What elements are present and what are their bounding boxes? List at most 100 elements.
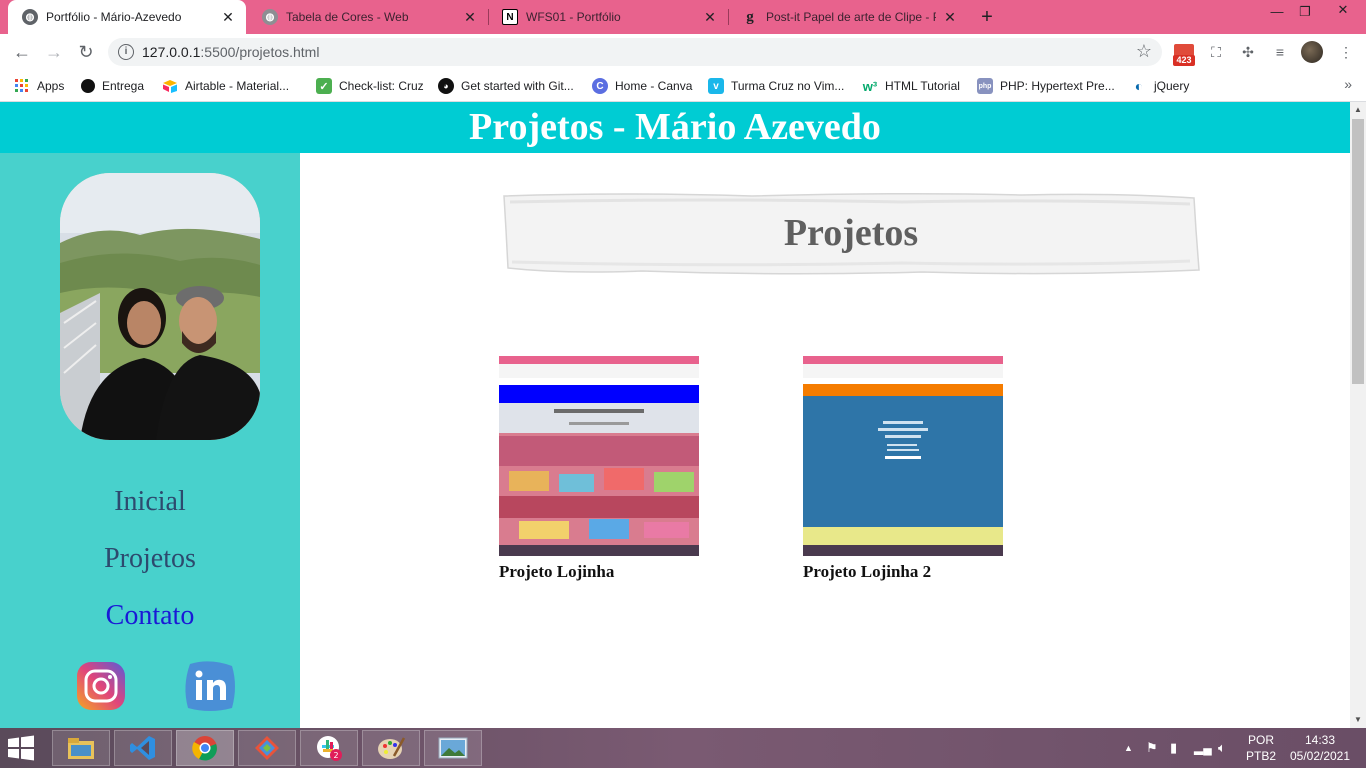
- taskbar-git-app[interactable]: [238, 730, 296, 766]
- folder-icon: [68, 738, 94, 759]
- windows-taskbar: 2 ▲ ⚑ ▮ ▂▄ 🔈︎ POR PTB2 14:33 05/02/2021: [0, 728, 1366, 768]
- input-language[interactable]: POR PTB2: [1244, 732, 1278, 764]
- bookmark-jquery[interactable]: ◐ jQuery: [1131, 76, 1190, 96]
- media-queue-icon[interactable]: ≡: [1270, 42, 1290, 62]
- tab-post-it[interactable]: g Post-it Papel de arte de Clipe - P ✕: [728, 0, 968, 34]
- chrome-icon: [192, 736, 217, 761]
- g-icon: g: [746, 8, 754, 25]
- windows-start-icon[interactable]: [6, 734, 36, 762]
- tray-chevron-up-icon[interactable]: ▲: [1124, 728, 1138, 768]
- taskbar-slack[interactable]: 2: [300, 730, 358, 766]
- taskbar-clock[interactable]: 14:33 05/02/2021: [1284, 732, 1356, 764]
- main-content: Projetos Projeto Lojinha Projeto Lojinha…: [300, 153, 1350, 728]
- bookmark-entrega[interactable]: Entrega: [81, 76, 144, 96]
- jquery-icon: ◐: [1134, 78, 1144, 94]
- menu-kebab-icon[interactable]: ⋮: [1336, 42, 1356, 62]
- close-icon[interactable]: ✕: [220, 9, 236, 25]
- bookmark-w3schools[interactable]: w³ HTML Tutorial: [862, 76, 960, 96]
- project-thumbnail[interactable]: [499, 356, 699, 556]
- extensions-puzzle-icon[interactable]: ✣: [1238, 42, 1258, 62]
- diamond-app-icon: [255, 736, 279, 760]
- new-tab-button[interactable]: +: [976, 6, 998, 28]
- slack-icon: 2: [317, 736, 342, 761]
- minimize-button[interactable]: —: [1262, 2, 1292, 36]
- apps-grid-icon: [14, 78, 30, 94]
- taskbar-paint[interactable]: [362, 730, 420, 766]
- w3schools-icon: w³: [862, 78, 878, 94]
- project-card-lojinha-2[interactable]: Projeto Lojinha 2: [803, 356, 1003, 582]
- bookmark-php[interactable]: php PHP: Hypertext Pre...: [977, 76, 1115, 96]
- bookmark-apps[interactable]: Apps: [14, 76, 64, 96]
- linkedin-icon[interactable]: [182, 658, 238, 714]
- close-icon[interactable]: ✕: [942, 9, 958, 25]
- project-thumbnail[interactable]: [803, 356, 1003, 556]
- info-icon[interactable]: i: [118, 44, 134, 60]
- page-scrollbar[interactable]: ▲ ▼: [1350, 102, 1366, 728]
- bookmark-airtable[interactable]: Airtable - Material...: [162, 76, 289, 96]
- network-signal-icon[interactable]: ▂▄: [1194, 728, 1212, 768]
- php-icon: php: [977, 78, 993, 94]
- close-window-button[interactable]: ✕: [1320, 0, 1366, 34]
- screenshot-extension-icon[interactable]: ⛶: [1206, 42, 1226, 62]
- project-card-lojinha[interactable]: Projeto Lojinha: [499, 356, 699, 582]
- bookmark-github[interactable]: ◕ Get started with Git...: [438, 76, 574, 96]
- close-icon[interactable]: ✕: [462, 9, 478, 25]
- notion-icon: N: [502, 9, 518, 25]
- reload-icon[interactable]: ↻: [74, 40, 98, 64]
- page-title: Projetos - Mário Azevedo: [469, 106, 881, 148]
- action-flag-icon[interactable]: ⚑: [1146, 728, 1164, 768]
- globe-icon: ◍: [262, 9, 278, 25]
- forward-arrow-icon[interactable]: →: [42, 40, 66, 64]
- nav-link-projetos[interactable]: Projetos: [0, 543, 300, 575]
- back-arrow-icon[interactable]: ←: [10, 40, 34, 64]
- scroll-thumb[interactable]: [1352, 119, 1364, 384]
- paint-palette-icon: [378, 737, 406, 759]
- svg-text:2: 2: [333, 751, 338, 760]
- section-title-paper: Projetos: [502, 190, 1200, 276]
- web-page: Projetos - Mário Azevedo Inicial Projeto…: [0, 102, 1350, 728]
- project-caption[interactable]: Projeto Lojinha 2: [803, 562, 1003, 582]
- sidebar: Inicial Projetos Contato: [0, 153, 300, 728]
- gmail-extension-icon[interactable]: 423: [1172, 44, 1196, 66]
- battery-icon[interactable]: ▮: [1170, 728, 1188, 768]
- bookmark-check-list[interactable]: ✓ Check-list: Cruz: [316, 76, 424, 96]
- taskbar-file-explorer[interactable]: [52, 730, 110, 766]
- address-bar[interactable]: i 127.0.0.1:5500/projetos.html ☆: [108, 38, 1162, 66]
- checkbox-icon: ✓: [316, 78, 332, 94]
- taskbar-chrome[interactable]: [176, 730, 234, 766]
- bookmarks-bar: Apps Entrega Airtable - Material... ✓ Ch…: [0, 70, 1366, 102]
- volume-icon[interactable]: 🔈︎: [1218, 728, 1236, 768]
- tab-tabela-cores[interactable]: ◍ Tabela de Cores - Web ✕: [248, 0, 488, 34]
- browser-toolbar: ← → ↻ i 127.0.0.1:5500/projetos.html ☆: [0, 34, 1366, 70]
- picture-icon: [438, 737, 468, 759]
- circle-icon: [81, 79, 95, 93]
- page-header: Projetos - Mário Azevedo: [0, 102, 1350, 153]
- profile-avatar[interactable]: [1301, 41, 1323, 63]
- close-icon[interactable]: ✕: [702, 9, 718, 25]
- scroll-down-arrow-icon[interactable]: ▼: [1350, 712, 1366, 728]
- tab-portfolio[interactable]: ◍ Portfólio - Mário-Azevedo ✕: [8, 0, 246, 34]
- globe-icon: ◍: [22, 9, 38, 25]
- url-text: 127.0.0.1:5500/projetos.html: [142, 44, 320, 60]
- airtable-icon: [162, 78, 178, 94]
- taskbar-vscode[interactable]: [114, 730, 172, 766]
- section-title: Projetos: [783, 212, 919, 254]
- github-icon: ◕: [438, 78, 454, 94]
- chevron-right-double-icon[interactable]: »: [1344, 76, 1352, 92]
- restore-button[interactable]: ❐: [1290, 2, 1320, 36]
- bookmark-canva[interactable]: C Home - Canva: [592, 76, 692, 96]
- project-caption[interactable]: Projeto Lojinha: [499, 562, 699, 582]
- vimeo-icon: v: [708, 78, 724, 94]
- bookmark-vimeo[interactable]: v Turma Cruz no Vim...: [708, 76, 844, 96]
- instagram-icon[interactable]: [73, 658, 129, 714]
- tab-strip: ◍ Portfólio - Mário-Azevedo ✕ ◍ Tabela d…: [0, 0, 1366, 34]
- nav-link-contato[interactable]: Contato: [0, 600, 300, 632]
- canva-icon: C: [592, 78, 608, 94]
- profile-photo: [60, 173, 260, 440]
- tab-wfs01[interactable]: N WFS01 - Portfólio ✕: [488, 0, 728, 34]
- nav-link-inicial[interactable]: Inicial: [0, 486, 300, 518]
- scroll-up-arrow-icon[interactable]: ▲: [1350, 102, 1366, 118]
- vscode-icon: [130, 736, 155, 760]
- taskbar-photos[interactable]: [424, 730, 482, 766]
- bookmark-star-icon[interactable]: ☆: [1136, 41, 1152, 62]
